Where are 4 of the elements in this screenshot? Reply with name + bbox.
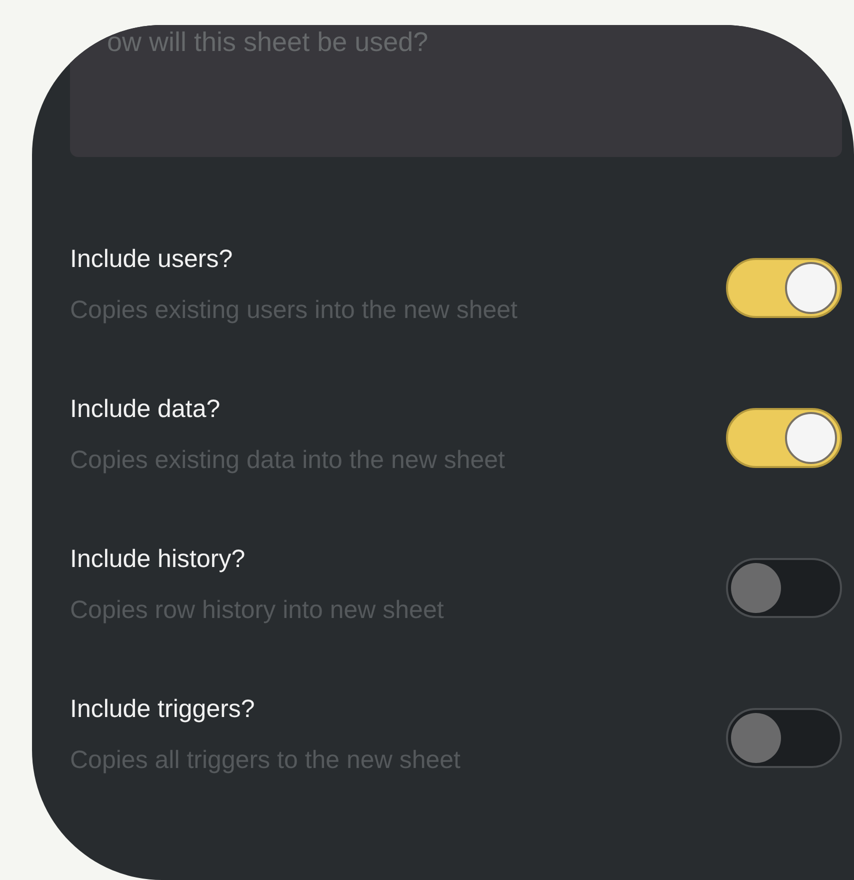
option-label: Include users? xyxy=(70,245,234,274)
option-label: Include history? xyxy=(70,545,246,574)
option-label: Include triggers? xyxy=(70,695,256,724)
option-label: Include data? xyxy=(70,395,222,424)
